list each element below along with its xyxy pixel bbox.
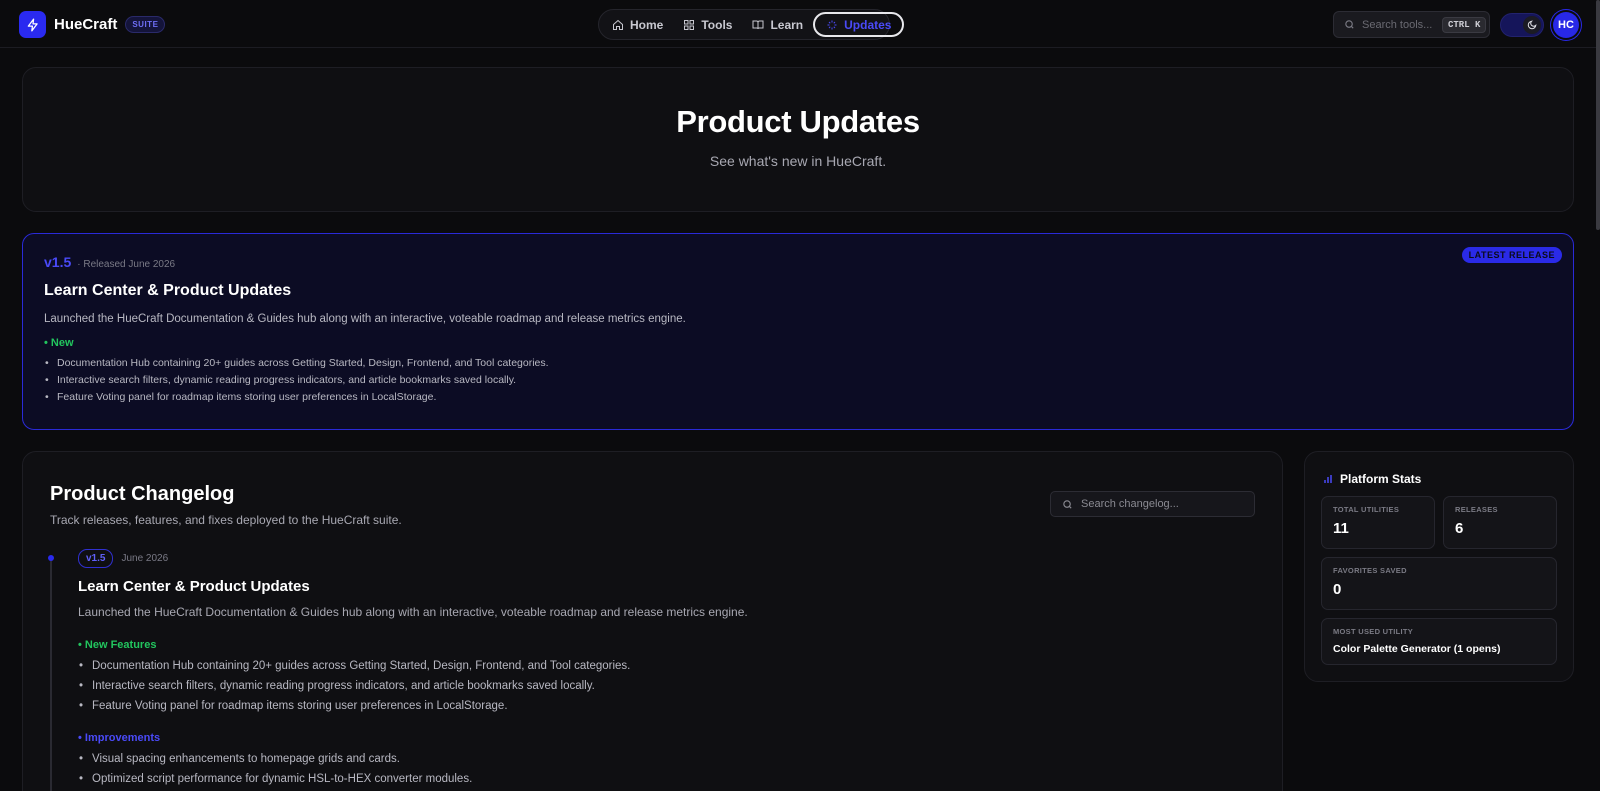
latest-title: Learn Center & Product Updates xyxy=(44,282,292,299)
list-item: Interactive search filters, dynamic read… xyxy=(78,676,1228,696)
list-item: Documentation Hub containing 20+ guides … xyxy=(44,355,1552,372)
new-features-list: Documentation Hub containing 20+ guides … xyxy=(78,656,1228,716)
book-icon xyxy=(752,20,764,29)
theme-toggle[interactable] xyxy=(1500,13,1544,37)
entry-date: June 2026 xyxy=(121,553,169,564)
shortcut-key: K xyxy=(1475,19,1481,30)
main-nav: Home Tools Learn Updates xyxy=(598,9,905,40)
search-icon xyxy=(1345,20,1354,29)
changelog-search-input[interactable] xyxy=(1081,498,1241,510)
bar-chart-icon xyxy=(1324,475,1332,483)
latest-description: Launched the HueCraft Documentation & Gu… xyxy=(44,313,686,325)
changelog-search[interactable] xyxy=(1050,491,1255,517)
top-navbar: HueCraft SUITE Home Tools Learn Updates … xyxy=(0,0,1600,48)
list-item: Optimized script performance for dynamic… xyxy=(78,769,1228,789)
latest-release-badge: LATEST RELEASE xyxy=(1461,247,1562,263)
nav-tools-label: Tools xyxy=(701,17,733,32)
changelog-title: Product Changelog xyxy=(50,483,235,505)
brand-badge: SUITE xyxy=(125,16,166,33)
stats-title-label: Platform Stats xyxy=(1340,472,1422,486)
latest-release-card: LATEST RELEASE v1.5 · Released June 2026… xyxy=(22,233,1574,430)
stat-label: RELEASES xyxy=(1455,505,1498,514)
changelog-panel: Product Changelog Track releases, featur… xyxy=(22,451,1283,791)
stat-value: 11 xyxy=(1333,520,1349,537)
version-chip: v1.5 xyxy=(78,549,114,568)
timeline-dot xyxy=(48,555,54,561)
sparkle-icon xyxy=(827,20,837,29)
grid-icon xyxy=(684,19,695,30)
stat-value: Color Palette Generator (1 opens) xyxy=(1333,643,1501,655)
timeline-line xyxy=(50,559,52,791)
entry-title: Learn Center & Product Updates xyxy=(78,578,310,595)
stat-most-used: MOST USED UTILITY Color Palette Generato… xyxy=(1321,618,1557,665)
changelog-subtitle: Track releases, features, and fixes depl… xyxy=(50,513,402,527)
brand-name: HueCraft xyxy=(54,16,118,33)
latest-date: · Released June 2026 xyxy=(77,259,176,270)
home-icon xyxy=(613,19,623,30)
nav-learn-label: Learn xyxy=(770,17,804,32)
page-subtitle: See what's new in HueCraft. xyxy=(709,153,887,169)
shortcut-hint: CTRL K xyxy=(1442,16,1487,33)
stat-releases: RELEASES 6 xyxy=(1443,496,1557,549)
moon-icon xyxy=(1523,16,1541,34)
nav-updates-label: Updates xyxy=(844,17,892,32)
brand[interactable]: HueCraft SUITE xyxy=(19,11,166,38)
entry-description: Launched the HueCraft Documentation & Gu… xyxy=(78,605,748,619)
latest-new-list: Documentation Hub containing 20+ guides … xyxy=(44,355,1552,406)
stats-title: Platform Stats xyxy=(1322,472,1421,486)
stat-total-utilities: TOTAL UTILITIES 11 xyxy=(1321,496,1435,549)
list-item: Documentation Hub containing 20+ guides … xyxy=(78,656,1228,676)
list-item: Visual spacing enhancements to homepage … xyxy=(78,749,1228,769)
page-title: Product Updates xyxy=(676,104,920,139)
latest-new-label: • New xyxy=(44,337,74,349)
hero-banner: Product Updates See what's new in HueCra… xyxy=(22,67,1574,212)
list-item: Feature Voting panel for roadmap items s… xyxy=(44,389,1552,406)
tool-search-input[interactable] xyxy=(1362,18,1442,31)
list-item: Interactive search filters, dynamic read… xyxy=(44,372,1552,389)
new-features-label: • New Features xyxy=(78,639,157,651)
changelog-entry: v1.5 June 2026 Learn Center & Product Up… xyxy=(78,549,1228,789)
lightning-icon xyxy=(19,11,46,38)
nav-tools[interactable]: Tools xyxy=(673,12,742,37)
stat-label: FAVORITES SAVED xyxy=(1333,566,1407,575)
stat-label: MOST USED UTILITY xyxy=(1333,627,1414,636)
tool-search[interactable]: CTRL K xyxy=(1333,11,1490,38)
stat-value: 6 xyxy=(1455,520,1464,537)
avatar[interactable]: HC xyxy=(1553,12,1579,38)
latest-version: v1.5 xyxy=(44,254,72,270)
shortcut-ctrl: CTRL xyxy=(1448,19,1470,30)
improvements-label: • Improvements xyxy=(78,732,161,744)
scrollbar[interactable] xyxy=(1596,0,1600,230)
stat-value: 0 xyxy=(1333,581,1342,598)
improvements-list: Visual spacing enhancements to homepage … xyxy=(78,749,1228,789)
nav-home[interactable]: Home xyxy=(602,12,673,37)
nav-updates[interactable]: Updates xyxy=(813,12,905,37)
stat-label: TOTAL UTILITIES xyxy=(1333,505,1400,514)
platform-stats-panel: Platform Stats TOTAL UTILITIES 11 RELEAS… xyxy=(1304,451,1574,682)
list-item: Feature Voting panel for roadmap items s… xyxy=(78,696,1228,716)
nav-home-label: Home xyxy=(630,17,664,32)
nav-learn[interactable]: Learn xyxy=(742,12,813,37)
stat-favorites: FAVORITES SAVED 0 xyxy=(1321,557,1557,610)
search-icon xyxy=(1063,499,1072,509)
